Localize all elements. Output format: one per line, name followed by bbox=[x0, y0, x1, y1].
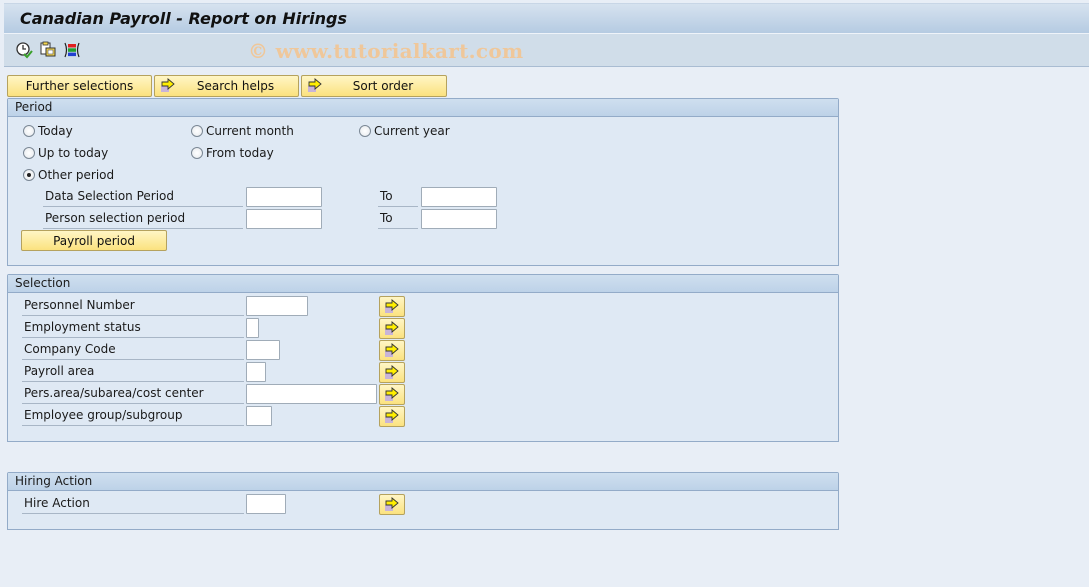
data-selection-period-label: Data Selection Period bbox=[43, 187, 243, 207]
employee-group-subgroup-label: Employee group/subgroup bbox=[22, 406, 244, 426]
personnel-number-multiple-selection-button[interactable] bbox=[379, 296, 405, 317]
arrow-right-icon bbox=[385, 365, 399, 379]
radio-label: Current year bbox=[374, 124, 450, 138]
employee-group-multiple-selection-button[interactable] bbox=[379, 406, 405, 427]
payroll-period-label: Payroll period bbox=[53, 233, 135, 248]
radio-button[interactable] bbox=[191, 125, 203, 137]
radio-button[interactable] bbox=[359, 125, 371, 137]
watermark-text: © www.tutorialkart.com bbox=[248, 39, 524, 63]
payroll-area-label: Payroll area bbox=[22, 362, 244, 382]
radio-up-to-today[interactable]: Up to today bbox=[23, 146, 108, 160]
sort-order-button[interactable]: Sort order bbox=[301, 75, 447, 97]
further-selections-button[interactable]: Further selections bbox=[7, 75, 152, 97]
arrow-right-icon bbox=[308, 78, 322, 92]
radio-label: From today bbox=[206, 146, 274, 160]
payroll-area-multiple-selection-button[interactable] bbox=[379, 362, 405, 383]
period-group-header: Period bbox=[8, 99, 838, 117]
data-selection-to-label: To bbox=[378, 187, 418, 207]
employment-status-label: Employment status bbox=[22, 318, 244, 338]
pers-area-multiple-selection-button[interactable] bbox=[379, 384, 405, 405]
radio-label: Other period bbox=[38, 168, 115, 182]
selection-group-header: Selection bbox=[8, 275, 838, 293]
period-group: Period Today Current month Current year … bbox=[7, 98, 839, 266]
employee-group-subgroup-input[interactable] bbox=[246, 406, 272, 426]
radio-label: Current month bbox=[206, 124, 294, 138]
search-helps-label: Search helps bbox=[196, 79, 275, 93]
radio-other-period[interactable]: Other period bbox=[23, 168, 114, 182]
search-helps-button[interactable]: Search helps bbox=[154, 75, 299, 97]
arrow-right-icon bbox=[385, 299, 399, 313]
company-code-label: Company Code bbox=[22, 340, 244, 360]
radio-label: Up to today bbox=[38, 146, 109, 160]
execute-clock-icon[interactable] bbox=[15, 41, 33, 59]
radio-current-month[interactable]: Current month bbox=[191, 124, 294, 138]
radio-button[interactable] bbox=[23, 125, 35, 137]
radio-button-checked[interactable] bbox=[23, 169, 35, 181]
radio-button[interactable] bbox=[191, 147, 203, 159]
hire-action-input[interactable] bbox=[246, 494, 286, 514]
company-code-input[interactable] bbox=[246, 340, 280, 360]
arrow-right-icon bbox=[385, 497, 399, 511]
arrow-right-icon bbox=[385, 343, 399, 357]
radio-today[interactable]: Today bbox=[23, 124, 73, 138]
pers-area-subarea-cost-center-label: Pers.area/subarea/cost center bbox=[22, 384, 244, 404]
application-toolbar: © www.tutorialkart.com bbox=[4, 34, 1089, 67]
employment-status-input[interactable] bbox=[246, 318, 259, 338]
personnel-number-input[interactable] bbox=[246, 296, 308, 316]
employment-status-multiple-selection-button[interactable] bbox=[379, 318, 405, 339]
person-selection-period-to-input[interactable] bbox=[421, 209, 497, 229]
hiring-action-group: Hiring Action Hire Action bbox=[7, 472, 839, 530]
radio-from-today[interactable]: From today bbox=[191, 146, 274, 160]
radio-label: Today bbox=[38, 124, 73, 138]
payroll-area-input[interactable] bbox=[246, 362, 266, 382]
person-selection-period-from-input[interactable] bbox=[246, 209, 322, 229]
personnel-number-label: Personnel Number bbox=[22, 296, 244, 316]
arrow-right-icon bbox=[385, 321, 399, 335]
data-selection-period-from-input[interactable] bbox=[246, 187, 322, 207]
selection-options-icon[interactable] bbox=[63, 41, 81, 59]
arrow-right-icon bbox=[385, 387, 399, 401]
title-bar: Canadian Payroll - Report on Hirings bbox=[4, 3, 1089, 34]
arrow-right-icon bbox=[161, 78, 175, 92]
radio-button[interactable] bbox=[23, 147, 35, 159]
page-title: Canadian Payroll - Report on Hirings bbox=[20, 9, 347, 28]
person-selection-to-label: To bbox=[378, 209, 418, 229]
data-selection-period-to-input[interactable] bbox=[421, 187, 497, 207]
payroll-period-button[interactable]: Payroll period bbox=[21, 230, 167, 251]
company-code-multiple-selection-button[interactable] bbox=[379, 340, 405, 361]
person-selection-period-label: Person selection period bbox=[43, 209, 243, 229]
pers-area-subarea-cost-center-input[interactable] bbox=[246, 384, 377, 404]
get-variant-icon[interactable] bbox=[39, 41, 57, 59]
further-selections-label: Further selections bbox=[25, 79, 134, 93]
sort-order-label: Sort order bbox=[352, 79, 414, 93]
selection-group: Selection Personnel Number Employment st… bbox=[7, 274, 839, 442]
arrow-right-icon bbox=[385, 409, 399, 423]
hire-action-multiple-selection-button[interactable] bbox=[379, 494, 405, 515]
hire-action-label: Hire Action bbox=[22, 494, 244, 514]
hiring-action-group-header: Hiring Action bbox=[8, 473, 838, 491]
radio-current-year[interactable]: Current year bbox=[359, 124, 450, 138]
